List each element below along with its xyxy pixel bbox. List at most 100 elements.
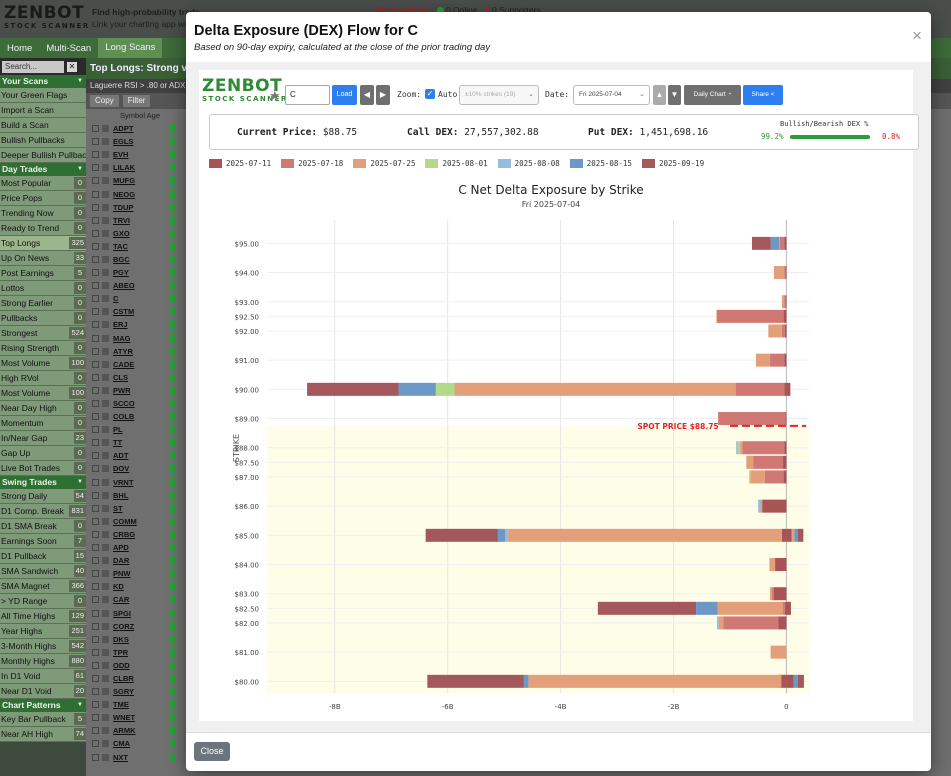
row-symbol[interactable]: EVH: [113, 148, 153, 161]
row-symbol[interactable]: ARMK: [113, 724, 153, 737]
row-checkbox[interactable]: [92, 386, 99, 394]
sidebar-section-header[interactable]: Day Trades: [0, 163, 86, 176]
row-symbol[interactable]: WNET: [113, 711, 153, 724]
row-checkbox[interactable]: [92, 308, 99, 316]
sidebar-item[interactable]: All Time Highs 129: [0, 609, 86, 624]
load-button[interactable]: Load: [332, 85, 357, 105]
legend-item[interactable]: 2025-07-25: [353, 159, 415, 168]
row-checkbox[interactable]: [92, 661, 99, 669]
row-symbol[interactable]: CLS: [113, 371, 153, 384]
filter-button[interactable]: Filter: [122, 95, 151, 107]
row-checkbox[interactable]: [92, 347, 99, 355]
row-symbol[interactable]: TME: [113, 698, 153, 711]
sidebar-item[interactable]: SMA Sandwich 40: [0, 564, 86, 579]
sidebar-item[interactable]: Pullbacks 0: [0, 311, 86, 326]
sidebar-item[interactable]: Year Highs 251: [0, 624, 86, 639]
chart-icon[interactable]: [102, 229, 109, 237]
sidebar-item[interactable]: Key Bar Pullback 5: [0, 712, 86, 727]
sidebar-section-header[interactable]: Your Scans: [0, 75, 86, 88]
row-symbol[interactable]: PNW: [113, 567, 153, 580]
row-checkbox[interactable]: [92, 465, 99, 473]
sidebar-item[interactable]: Live Bot Trades 0: [0, 461, 86, 476]
row-checkbox[interactable]: [92, 478, 99, 486]
row-symbol[interactable]: TPR: [113, 646, 153, 659]
chart-icon[interactable]: [102, 216, 109, 224]
row-symbol[interactable]: NEOG: [113, 188, 153, 201]
sidebar-item[interactable]: Momentum 0: [0, 416, 86, 431]
row-checkbox[interactable]: [92, 530, 99, 538]
sidebar-item[interactable]: Near D1 Void 20: [0, 684, 86, 699]
chart-icon[interactable]: [102, 622, 109, 630]
row-checkbox[interactable]: [92, 439, 99, 447]
row-symbol[interactable]: TT: [113, 436, 153, 449]
row-symbol[interactable]: COLB: [113, 410, 153, 423]
chart-icon[interactable]: [102, 151, 109, 159]
row-symbol[interactable]: C: [113, 292, 153, 305]
chart-icon[interactable]: [102, 413, 109, 421]
sidebar-item[interactable]: Most Volume 100: [0, 356, 86, 371]
row-symbol[interactable]: ABEO: [113, 279, 153, 292]
legend-item[interactable]: 2025-07-11: [209, 159, 271, 168]
row-symbol[interactable]: ST: [113, 502, 153, 515]
sidebar-item[interactable]: D1 Comp. Break 831: [0, 504, 86, 519]
row-checkbox[interactable]: [92, 753, 99, 761]
chart-icon[interactable]: [102, 203, 109, 211]
row-checkbox[interactable]: [92, 373, 99, 381]
row-symbol[interactable]: ADT: [113, 449, 153, 462]
row-checkbox[interactable]: [92, 452, 99, 460]
sidebar-item[interactable]: Near Day High 0: [0, 401, 86, 416]
sidebar-item[interactable]: D1 SMA Break 0: [0, 519, 86, 534]
row-symbol[interactable]: LILAK: [113, 161, 153, 174]
row-symbol[interactable]: CADE: [113, 358, 153, 371]
app-logo[interactable]: ZENBOT STOCK SCANNER: [4, 5, 90, 31]
sidebar-item[interactable]: Post Earnings 5: [0, 266, 86, 281]
copy-button[interactable]: Copy: [90, 95, 119, 107]
row-symbol[interactable]: APD: [113, 541, 153, 554]
row-symbol[interactable]: EGLS: [113, 135, 153, 148]
row-checkbox[interactable]: [92, 151, 99, 159]
row-symbol[interactable]: SGRY: [113, 685, 153, 698]
date-down-icon[interactable]: ▼: [668, 85, 681, 105]
row-symbol[interactable]: CLBR: [113, 672, 153, 685]
sidebar-item[interactable]: Most Popular 0: [0, 176, 86, 191]
chart-icon[interactable]: [102, 190, 109, 198]
sidebar-item[interactable]: Trending Now 0: [0, 206, 86, 221]
sidebar-item[interactable]: Import a Scan: [0, 103, 86, 118]
chart-icon[interactable]: [102, 583, 109, 591]
row-checkbox[interactable]: [92, 674, 99, 682]
sidebar-item[interactable]: Rising Strength 0: [0, 341, 86, 356]
row-symbol[interactable]: ADPT: [113, 122, 153, 135]
search-input[interactable]: Search...: [2, 60, 64, 73]
date-select[interactable]: Fri 2025-07-04 ⌄: [573, 85, 650, 105]
row-symbol[interactable]: DOV: [113, 462, 153, 475]
chart-icon[interactable]: [102, 386, 109, 394]
row-symbol[interactable]: PL: [113, 423, 153, 436]
sidebar-item[interactable]: Gap Up 0: [0, 446, 86, 461]
chart-icon[interactable]: [102, 701, 109, 709]
row-symbol[interactable]: CRBG: [113, 528, 153, 541]
nav-long-scans[interactable]: Long Scans: [98, 38, 163, 58]
prev-arrow-icon[interactable]: ◀: [360, 85, 374, 105]
date-up-icon[interactable]: ▲: [653, 85, 666, 105]
legend-item[interactable]: 2025-07-18: [281, 159, 343, 168]
sidebar-item[interactable]: SMA Magnet 366: [0, 579, 86, 594]
sidebar-item[interactable]: Deeper Bullish Pullbacks: [0, 148, 86, 163]
row-checkbox[interactable]: [92, 740, 99, 748]
row-symbol[interactable]: SCCO: [113, 397, 153, 410]
strikes-select[interactable]: ±10% strikes (19) ⌄: [459, 85, 539, 105]
row-symbol[interactable]: MUFG: [113, 174, 153, 187]
row-checkbox[interactable]: [92, 229, 99, 237]
chart-icon[interactable]: [102, 648, 109, 656]
chart-icon[interactable]: [102, 688, 109, 696]
row-symbol[interactable]: ERJ: [113, 318, 153, 331]
row-checkbox[interactable]: [92, 138, 99, 146]
row-checkbox[interactable]: [92, 413, 99, 421]
favorite-star-icon[interactable]: ★: [269, 88, 281, 104]
row-symbol[interactable]: VRNT: [113, 476, 153, 489]
row-checkbox[interactable]: [92, 334, 99, 342]
row-checkbox[interactable]: [92, 295, 99, 303]
clear-search-icon[interactable]: ✕: [67, 61, 77, 72]
row-checkbox[interactable]: [92, 570, 99, 578]
chart-icon[interactable]: [102, 138, 109, 146]
legend-item[interactable]: 2025-08-01: [425, 159, 488, 168]
